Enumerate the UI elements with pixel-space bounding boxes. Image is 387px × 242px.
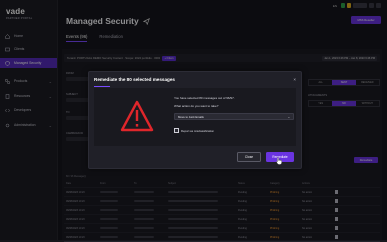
action-select[interactable]: Move to Junk Emails ⌄ — [174, 113, 294, 120]
report-checkbox-row[interactable]: Report as misclassification — [174, 128, 214, 133]
remediate-modal: Remediate the 80 selected messages × You… — [88, 71, 302, 169]
modal-title-underline — [94, 86, 110, 87]
modal-question-text: What action do you want to take? — [174, 104, 219, 108]
chevron-down-icon: ⌄ — [287, 114, 290, 119]
close-icon[interactable]: × — [293, 77, 296, 82]
close-button[interactable]: Close — [237, 152, 261, 162]
modal-title: Remediate the 80 selected messages — [94, 77, 175, 82]
report-checkbox[interactable] — [174, 128, 179, 133]
modal-selection-text: You have selected 80 messages out of 96/… — [174, 96, 235, 100]
action-select-value: Move to Junk Emails — [178, 114, 204, 119]
warning-icon — [120, 100, 154, 132]
modal-body: You have selected 80 messages out of 96/… — [94, 88, 296, 146]
hand-cursor-icon — [276, 157, 282, 165]
modal-header: Remediate the 80 selected messages × — [94, 77, 296, 87]
report-checkbox-label: Report as misclassification — [181, 128, 215, 133]
